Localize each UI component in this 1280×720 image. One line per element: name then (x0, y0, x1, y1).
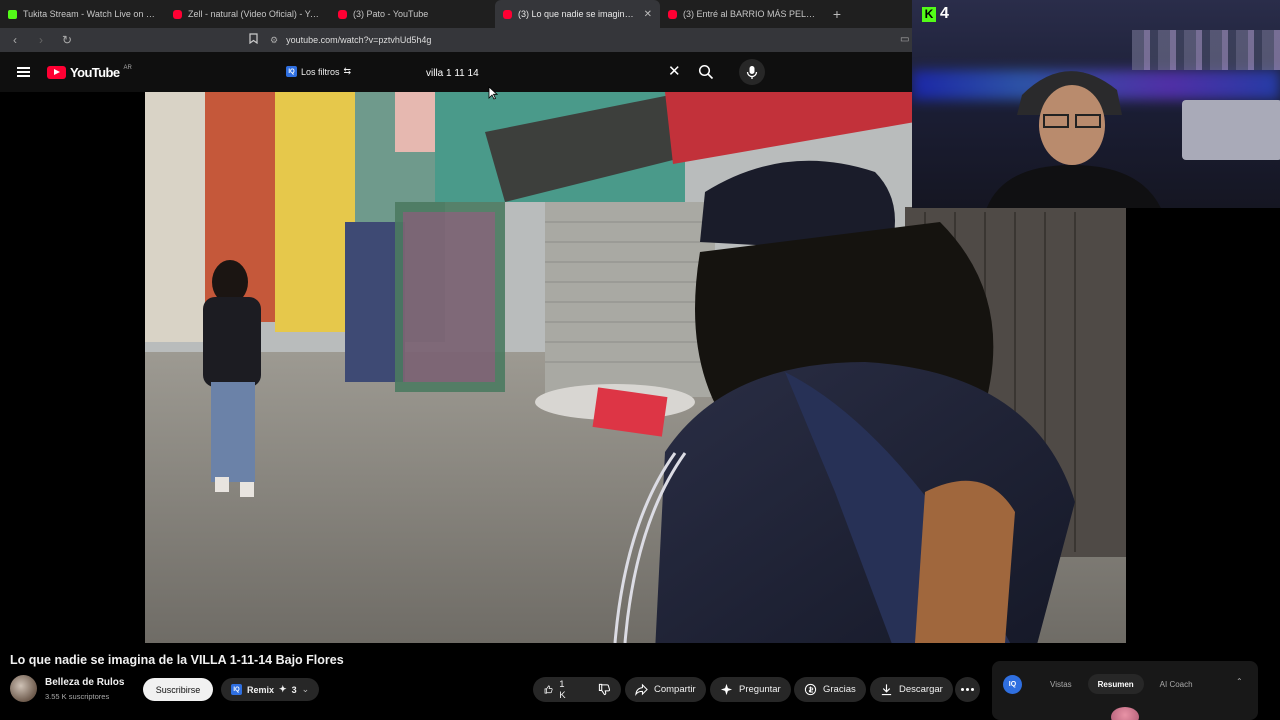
browser-tab[interactable]: (3) Pato - YouTube (330, 0, 495, 28)
forward-icon[interactable]: › (34, 33, 48, 47)
youtube-logo[interactable]: YouTube AR (47, 65, 132, 80)
youtube-icon (503, 9, 512, 19)
youtube-wordmark: YouTube (70, 65, 120, 80)
sliders-icon: ⇆ (343, 66, 352, 76)
tab-title: Tukita Stream - Watch Live on Kick (23, 9, 157, 19)
iq-extension-icon: IQ (286, 66, 297, 77)
subscribe-button[interactable]: Suscribirse (143, 678, 213, 701)
share-button[interactable]: Compartir (625, 677, 706, 702)
sparkle-icon: ✦ (279, 684, 287, 694)
url-text: youtube.com/watch?v=pztvhUd5h4g (286, 35, 432, 45)
tab-title: Zell - natural (Video Oficial) - YouTub (188, 9, 322, 19)
webcam-overlay (912, 0, 1280, 208)
dislike-button[interactable] (589, 677, 621, 702)
thanks-button[interactable]: Gracias (794, 677, 866, 702)
sparkle-icon (720, 683, 733, 696)
search-icon[interactable] (698, 64, 714, 80)
voice-search-button[interactable] (739, 59, 765, 85)
kick-viewer-badge: K 4 (922, 5, 949, 23)
site-settings-icon[interactable]: ⚙ (270, 35, 278, 46)
close-tab-icon[interactable]: ✕ (644, 9, 652, 20)
browser-tab-bar: Tukita Stream - Watch Live on Kick Zell … (0, 0, 912, 28)
youtube-icon (668, 9, 677, 19)
chevron-down-icon: ⌄ (301, 684, 310, 694)
avatar (1111, 707, 1139, 720)
bed-decor (1182, 100, 1280, 160)
screen: Tukita Stream - Watch Live on Kick Zell … (0, 0, 1280, 720)
browser-tab-active[interactable]: (3) Lo que nadie se imagina de la ✕ (495, 0, 660, 28)
download-button[interactable]: Descargar (870, 677, 953, 702)
reload-icon[interactable]: ↻ (60, 33, 74, 47)
browser-tab[interactable]: (3) Entré al BARRIO MÁS PELIGROSO (660, 0, 825, 28)
share-label: Compartir (654, 684, 696, 695)
back-icon[interactable]: ‹ (8, 33, 22, 47)
remix-label: Remix (247, 684, 275, 695)
like-count: 1 K (559, 678, 566, 701)
more-dot (971, 688, 974, 691)
browser-tab[interactable]: Zell - natural (Video Oficial) - YouTub (165, 0, 330, 28)
thumbs-up-icon (544, 685, 553, 694)
new-tab-button[interactable]: + (825, 6, 849, 22)
cast-icon[interactable]: ▭ (900, 34, 909, 45)
more-actions-button[interactable] (955, 677, 980, 702)
youtube-icon (173, 9, 182, 19)
menu-icon[interactable] (17, 67, 30, 77)
filters-button[interactable]: IQ Los filtros ⇆ (286, 66, 351, 77)
youtube-icon (338, 9, 347, 19)
download-label: Descargar (899, 684, 943, 695)
like-button[interactable]: 1 K (533, 677, 577, 702)
tab-vistas[interactable]: Vistas (1040, 674, 1082, 694)
country-code: AR (123, 64, 132, 71)
microphone-icon (746, 65, 758, 79)
streamer-image (986, 71, 1161, 208)
browser-tab[interactable]: Tukita Stream - Watch Live on Kick (0, 0, 165, 28)
mouse-cursor-icon (488, 86, 498, 100)
youtube-header: YouTube AR IQ Los filtros ⇆ villa 1 11 1… (0, 52, 912, 92)
thanks-label: Gracias (823, 684, 856, 695)
ask-button[interactable]: Preguntar (710, 677, 791, 702)
kick-icon: K (922, 6, 936, 22)
summary-tabs: Vistas Resumen AI Coach (1040, 674, 1203, 694)
more-dot (961, 688, 964, 691)
tab-title: (3) Entré al BARRIO MÁS PELIGROSO (683, 9, 817, 19)
tab-ai-coach[interactable]: AI Coach (1150, 674, 1203, 694)
tab-resumen[interactable]: Resumen (1087, 674, 1144, 694)
share-icon (635, 683, 648, 696)
tab-title: (3) Lo que nadie se imagina de la (518, 9, 638, 19)
clear-search-icon[interactable]: ✕ (668, 64, 681, 80)
viewer-count: 4 (940, 5, 949, 22)
download-icon (881, 684, 892, 696)
kick-icon (8, 9, 17, 19)
channel-avatar[interactable] (10, 675, 37, 702)
remix-count: 3 (291, 684, 297, 695)
search-input[interactable]: villa 1 11 14 (418, 61, 692, 85)
bookmark-icon[interactable] (249, 33, 258, 47)
chevron-up-icon[interactable]: ⌃ (1236, 677, 1243, 686)
ask-label: Preguntar (739, 684, 781, 695)
super-thanks-icon (804, 683, 817, 696)
filters-label: Los filtros (301, 66, 340, 77)
url-field[interactable]: ⚙ youtube.com/watch?v=pztvhUd5h4g (270, 31, 830, 49)
video-title: Lo que nadie se imagina de la VILLA 1-11… (10, 653, 344, 667)
iq-extension-icon: IQ (231, 684, 242, 695)
tab-title: (3) Pato - YouTube (353, 9, 429, 19)
subscriber-count: 3.55 K suscriptores (45, 692, 110, 701)
summary-panel: IQ Vistas Resumen AI Coach ⌃ (992, 661, 1258, 720)
iq-extension-icon[interactable]: IQ (1003, 675, 1022, 694)
remix-button[interactable]: IQ Remix ✦ 3 ⌄ (221, 678, 320, 701)
thumbs-down-icon (599, 683, 611, 696)
channel-name[interactable]: Belleza de Rulos (45, 677, 124, 688)
youtube-play-icon (47, 66, 66, 79)
address-bar: ‹ › ↻ ⚙ youtube.com/watch?v=pztvhUd5h4g … (0, 28, 912, 52)
more-dot (966, 688, 969, 691)
like-dislike-group: 1 K (533, 677, 621, 702)
